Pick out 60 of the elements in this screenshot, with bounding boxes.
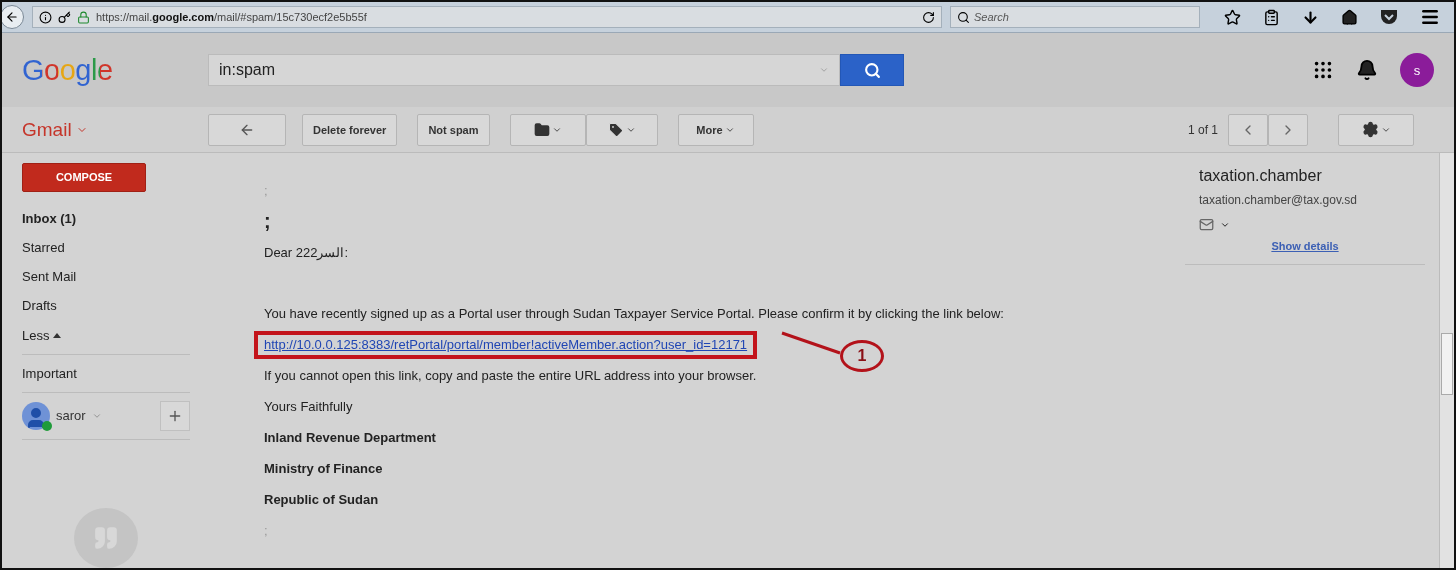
message-text: Yours Faithfully [264, 398, 354, 416]
more-button[interactable]: More [677, 113, 754, 146]
message-text: Republic of Sudan [264, 491, 380, 509]
lock-icon [77, 10, 90, 24]
search-icon [957, 10, 970, 24]
mail-search-box[interactable]: in:spam [208, 54, 840, 86]
settings-icon [1361, 121, 1379, 138]
notifications-icon[interactable] [1356, 59, 1378, 81]
sender-email: taxation.chamber@tax.gov.sd [1199, 193, 1359, 207]
sidebar-item[interactable]: Important [22, 358, 190, 388]
tag-icon [607, 121, 624, 138]
sidebar-item[interactable]: Drafts [22, 291, 190, 321]
message-text: Inland Revenue Department [264, 429, 437, 447]
sidebar-item[interactable]: Inbox (1) [22, 203, 190, 233]
folder-icon [533, 121, 550, 138]
account-name[interactable]: saror [56, 408, 86, 424]
sidebar-item[interactable]: Sent Mail [22, 262, 190, 292]
show-details-link[interactable]: Show details [1185, 240, 1425, 252]
message-text: Dear 222السر: [264, 244, 350, 262]
labels-button[interactable] [585, 113, 658, 146]
sidebar-item[interactable]: Starred [22, 232, 190, 263]
confirmation-link[interactable]: http://10.0.0.125:8383/retPortal/portal/member!activeMember.action?user_id=12171 [254, 330, 758, 359]
compose-button[interactable]: COMPOSE [22, 163, 146, 192]
pocket-icon[interactable] [1380, 9, 1398, 25]
message-text: ; [264, 209, 272, 234]
search-icon [863, 61, 881, 79]
back-button[interactable] [2, 5, 24, 29]
message-text: ; [264, 182, 269, 200]
add-button[interactable] [160, 400, 190, 431]
bookmark-star-icon[interactable] [1224, 8, 1241, 26]
leader-line [782, 329, 842, 357]
download-icon[interactable] [1302, 8, 1319, 26]
clipboard-icon[interactable] [1263, 8, 1280, 26]
message-text: Ministry of Finance [264, 460, 384, 478]
browser-search-field[interactable]: Search [974, 8, 1193, 26]
settings-button[interactable] [1338, 113, 1414, 146]
info-icon [39, 10, 52, 24]
key-icon [58, 10, 71, 24]
account-avatar[interactable] [22, 401, 50, 430]
caret-icon [53, 332, 62, 339]
sidebar-item[interactable]: Less [22, 320, 190, 350]
home-icon[interactable] [1341, 8, 1358, 26]
message-text: You have recently signed up as a Portal user through Sudan Taxpayer Service Portal. Please confirm it by clicking the link below: [264, 305, 1005, 323]
pager-count: 1 of 1 [1187, 122, 1218, 137]
toolbar-button[interactable]: Not spam [417, 113, 490, 146]
account-avatar[interactable]: s [1400, 53, 1434, 87]
mail-query-field[interactable]: in:spam [219, 56, 819, 84]
mail-icon[interactable] [1199, 217, 1214, 232]
move-to-button[interactable] [509, 113, 586, 146]
message-text: If you cannot open this link, copy and paste the entire URL address into your browser. [264, 367, 758, 385]
search-button[interactable] [840, 54, 904, 86]
reload-icon[interactable] [922, 10, 935, 24]
sender-name: taxation.chamber [1199, 167, 1323, 185]
toolbar-button[interactable]: Delete forever [302, 113, 398, 146]
browser-search-box[interactable]: Search [950, 6, 1200, 28]
message-text: ; [264, 522, 269, 540]
apps-grid-icon[interactable] [1312, 59, 1334, 81]
menu-icon[interactable] [1420, 7, 1440, 27]
callout-number: 1 [840, 340, 884, 372]
scrollbar[interactable] [1439, 153, 1454, 568]
